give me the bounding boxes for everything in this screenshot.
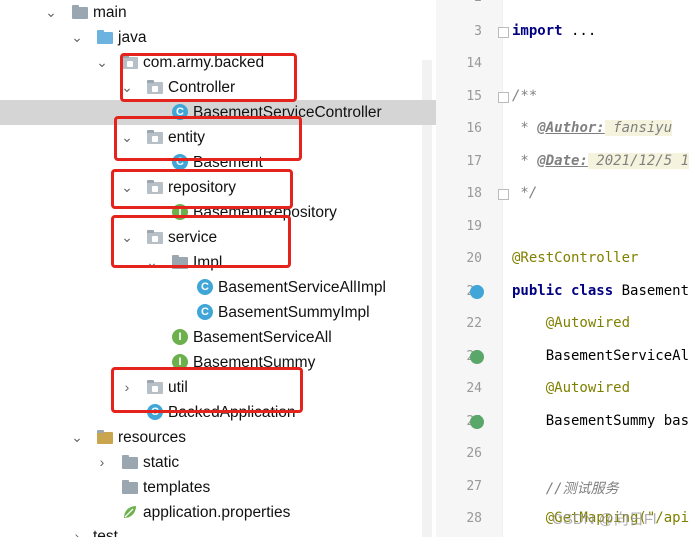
tree-row-backed-application[interactable]: C BackedApplication <box>0 400 436 425</box>
tree-row-basement-service-all[interactable]: I BasementServiceAll <box>0 325 436 350</box>
properties-icon <box>122 504 138 520</box>
spring-class-icon: C <box>147 404 163 420</box>
class-icon: C <box>197 304 213 320</box>
tree-item-label: Basement <box>193 154 263 171</box>
source-folder-icon <box>97 29 113 45</box>
chevron-down-icon[interactable]: ⌄ <box>120 178 134 196</box>
folder-icon <box>122 454 138 470</box>
tree-row-application-properties[interactable]: application.properties <box>0 500 436 525</box>
tree-row-test[interactable]: › test <box>0 524 436 537</box>
package-icon <box>147 229 163 245</box>
package-icon <box>147 379 163 395</box>
tree-item-label: repository <box>168 179 237 196</box>
interface-icon: I <box>172 329 188 345</box>
tree-item-label: BasementServiceAllImpl <box>218 279 386 296</box>
code-editor[interactable]: 2 3 14 15 16 17 18 19 20 21 22 23 24 25 … <box>436 0 700 537</box>
chevron-down-icon[interactable]: ⌄ <box>95 53 109 71</box>
chevron-down-icon[interactable]: ⌄ <box>70 428 84 446</box>
tree-item-label: service <box>168 229 218 246</box>
tree-row-basement-repository[interactable]: I BasementRepository <box>0 200 436 225</box>
chevron-right-icon[interactable]: › <box>95 453 109 471</box>
chevron-down-icon[interactable]: ⌄ <box>145 253 159 271</box>
tree-item-label: test <box>93 528 118 537</box>
tree-row-entity[interactable]: ⌄ entity <box>0 125 436 150</box>
chevron-right-icon[interactable]: › <box>70 527 84 537</box>
interface-icon: I <box>172 204 188 220</box>
code-line-18: */ <box>512 185 538 201</box>
tree-row-resources[interactable]: ⌄ resources <box>0 425 436 450</box>
code-line-3: import ... <box>512 23 597 39</box>
code-line-22: @Autowired <box>512 315 631 331</box>
chevron-right-icon[interactable]: › <box>120 378 134 396</box>
class-icon: C <box>197 279 213 295</box>
code-line-15: /** <box>512 88 538 104</box>
tree-row-basement-summy-impl[interactable]: C BasementSummyImpl <box>0 300 436 325</box>
tree-row-basement[interactable]: C Basement <box>0 150 436 175</box>
navigate-autowired-icon[interactable] <box>470 350 484 364</box>
code-line-23: BasementServiceAl <box>512 348 690 364</box>
code-line-16: * @Author: fansiyu <box>512 120 673 136</box>
chevron-down-icon[interactable]: ⌄ <box>120 228 134 246</box>
code-line-24: @Autowired <box>512 380 631 396</box>
tree-row-static[interactable]: › static <box>0 450 436 475</box>
fold-toggle-icon[interactable] <box>498 27 509 38</box>
package-icon <box>122 54 138 70</box>
code-line-25: BasementSummy bas <box>512 413 690 429</box>
folder-icon <box>122 479 138 495</box>
tree-item-label: application.properties <box>143 504 291 521</box>
tree-item-label: entity <box>168 129 206 146</box>
code-line-20: @RestController <box>512 250 639 266</box>
tree-row-basement-service-all-impl[interactable]: C BasementServiceAllImpl <box>0 275 436 300</box>
fold-toggle-icon[interactable] <box>498 92 509 103</box>
tree-row-java[interactable]: ⌄ java <box>0 25 436 50</box>
tree-row-repository[interactable]: ⌄ repository <box>0 175 436 200</box>
class-icon: C <box>172 154 188 170</box>
tree-item-label: templates <box>143 479 211 496</box>
interface-icon: I <box>172 354 188 370</box>
tree-item-label: main <box>93 4 127 21</box>
tree-row-util[interactable]: › util <box>0 375 436 400</box>
tree-item-label: Impl <box>193 254 223 271</box>
tree-item-label: util <box>168 379 188 396</box>
navigate-autowired-icon[interactable] <box>470 415 484 429</box>
package-icon <box>147 79 163 95</box>
tree-item-label: BackedApplication <box>168 404 296 421</box>
tree-item-label: resources <box>118 429 187 446</box>
class-icon: C <box>172 104 188 120</box>
tree-row-service[interactable]: ⌄ service <box>0 225 436 250</box>
tree-row-controller[interactable]: ⌄ Controller <box>0 75 436 100</box>
tree-item-label: java <box>118 29 147 46</box>
chevron-down-icon[interactable]: ⌄ <box>120 128 134 146</box>
code-line-21: public class Basement <box>512 283 690 299</box>
folder-icon <box>172 254 188 270</box>
chevron-down-icon[interactable]: ⌄ <box>120 78 134 96</box>
fold-toggle-icon[interactable] <box>498 189 509 200</box>
tree-item-label: com.army.backed <box>143 54 265 71</box>
tree-row-templates[interactable]: templates <box>0 475 436 500</box>
gutter-divider <box>502 0 503 537</box>
code-line-17: * @Date: 2021/12/5 1 <box>512 153 690 169</box>
watermark: CSDN @向日Fl <box>552 511 657 528</box>
project-tree-panel: ⌄ main ⌄ java ⌄ com.army.backed ⌄ Contro… <box>0 0 436 537</box>
package-icon <box>147 179 163 195</box>
tree-row-basement-service-controller[interactable]: C BasementServiceController <box>0 100 436 125</box>
chevron-down-icon[interactable]: ⌄ <box>44 3 58 21</box>
package-icon <box>147 129 163 145</box>
tree-row-package-root[interactable]: ⌄ com.army.backed <box>0 50 436 75</box>
resources-folder-icon <box>97 429 113 445</box>
tree-item-label: BasementServiceController <box>193 104 382 121</box>
tree-item-label: BasementServiceAll <box>193 329 332 346</box>
folder-icon <box>72 4 88 20</box>
tree-row-impl[interactable]: ⌄ Impl <box>0 250 436 275</box>
tree-row-basement-summy[interactable]: I BasementSummy <box>0 350 436 375</box>
chevron-down-icon[interactable]: ⌄ <box>70 28 84 46</box>
tree-item-label: BasementSummyImpl <box>218 304 370 321</box>
tree-item-label: Controller <box>168 79 236 96</box>
code-line-27: //测试服务 <box>512 481 619 497</box>
tree-item-label: static <box>143 454 180 471</box>
tree-item-label: BasementRepository <box>193 204 337 221</box>
tree-row-main[interactable]: ⌄ main <box>0 0 436 25</box>
spring-bean-icon[interactable] <box>470 285 484 299</box>
tree-item-label: BasementSummy <box>193 354 316 371</box>
